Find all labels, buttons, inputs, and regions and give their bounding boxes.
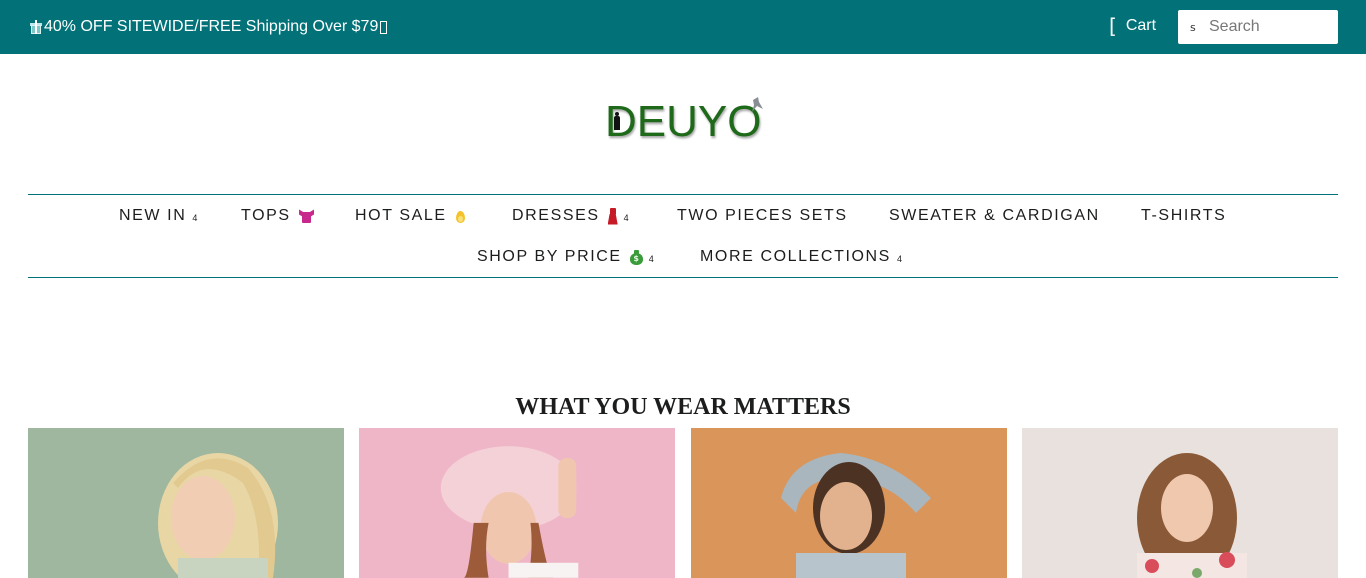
nav-item-new-in[interactable]: NEW IN 4 (119, 206, 197, 226)
dropdown-caret-icon: 4 (192, 213, 198, 223)
search-input[interactable] (1209, 18, 1329, 36)
cart-label: Cart (1125, 17, 1157, 34)
nav-item-tops[interactable]: TOPS (241, 206, 314, 226)
nav-item-label: TWO PIECES SETS (677, 207, 848, 224)
collection-tile-2[interactable] (359, 428, 675, 578)
dropdown-caret-icon: 4 (623, 213, 629, 223)
gift-icon (30, 19, 42, 35)
nav-row-2: SHOP BY PRICE $ 4 MORE COLLECTIONS 4 (28, 247, 1338, 267)
collection-tile-3[interactable] (691, 428, 1007, 578)
model-photo (28, 428, 344, 578)
announcement-bar: 40% OFF SITEWIDE/FREE Shipping Over $79 … (0, 0, 1366, 54)
dropdown-caret-icon: 4 (896, 254, 902, 264)
promo-banner[interactable]: 40% OFF SITEWIDE/FREE Shipping Over $79 (30, 17, 388, 37)
bird-icon (750, 96, 764, 114)
nav-item-label: SWEATER & CARDIGAN (889, 207, 1100, 224)
nav-item-more-collections[interactable]: MORE COLLECTIONS 4 (700, 247, 902, 267)
logo-text: DEUYO (605, 97, 762, 146)
main-nav: NEW IN 4 TOPS HOT SALE DRESSES 4 TWO PIE… (28, 194, 1338, 278)
cart-icon: [ (1109, 14, 1117, 38)
nav-item-two-pieces-sets[interactable]: TWO PIECES SETS (677, 206, 848, 226)
nav-item-sweater-cardigan[interactable]: SWEATER & CARDIGAN (889, 206, 1100, 226)
nav-item-dresses[interactable]: DRESSES 4 (512, 206, 629, 226)
nav-item-label: SHOP BY PRICE (477, 248, 622, 265)
collection-tile-4[interactable] (1022, 428, 1338, 578)
nav-item-shop-by-price[interactable]: SHOP BY PRICE $ 4 (477, 247, 654, 267)
collection-tile-1[interactable] (28, 428, 344, 578)
dropdown-caret-icon: 4 (648, 254, 654, 264)
dress-icon (607, 207, 618, 225)
model-photo (1022, 428, 1338, 578)
nav-item-label: MORE COLLECTIONS (700, 248, 891, 265)
missing-glyph-icon (380, 20, 388, 34)
money-bag-icon: $ (629, 249, 643, 265)
shirt-icon (298, 209, 314, 223)
nav-item-label: HOT SALE (355, 207, 447, 224)
fire-icon (455, 209, 465, 223)
nav-item-hot-sale[interactable]: HOT SALE (355, 206, 465, 226)
nav-row-1: NEW IN 4 TOPS HOT SALE DRESSES 4 TWO PIE… (28, 206, 1338, 226)
nav-item-label: DRESSES (512, 207, 600, 224)
nav-item-label: T-SHIRTS (1141, 207, 1227, 224)
nav-item-t-shirts[interactable]: T-SHIRTS (1141, 206, 1226, 226)
section-title: WHAT YOU WEAR MATTERS (515, 394, 851, 420)
nav-item-label: NEW IN (119, 207, 187, 224)
nav-item-label: TOPS (241, 207, 291, 224)
woman-figure-icon (613, 112, 621, 132)
model-photo (691, 428, 1007, 578)
cart-link[interactable]: [ Cart (1109, 16, 1156, 36)
search-box[interactable]: s (1178, 10, 1338, 44)
promo-text: 40% OFF SITEWIDE/FREE Shipping Over $79 (44, 18, 379, 35)
search-icon[interactable]: s (1190, 21, 1202, 34)
model-photo (359, 428, 675, 578)
site-logo[interactable]: DEUYO (603, 96, 768, 152)
